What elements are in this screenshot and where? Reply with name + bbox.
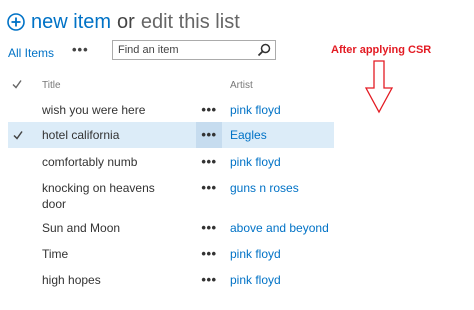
list-page: new item or edit this list All Items •••… [0, 0, 474, 310]
item-title[interactable]: high hopes [42, 272, 192, 288]
list-row[interactable]: Time ••• pink floyd [8, 241, 334, 267]
item-menu-button[interactable]: ••• [196, 245, 222, 263]
item-menu-button[interactable]: ••• [196, 122, 222, 148]
list-row[interactable]: knocking on heavens door ••• guns n rose… [8, 175, 334, 215]
item-artist-link[interactable]: pink floyd [230, 154, 281, 170]
search-input[interactable] [113, 41, 251, 59]
search-icon[interactable] [257, 43, 271, 57]
search-box [112, 40, 276, 60]
row-checkmark-icon[interactable] [12, 129, 24, 141]
item-artist-link[interactable]: Eagles [230, 127, 267, 143]
list-row[interactable]: comfortably numb ••• pink floyd [8, 149, 334, 175]
item-menu-button[interactable]: ••• [196, 271, 222, 289]
item-artist-link[interactable]: pink floyd [230, 246, 281, 262]
csr-annotation: After applying CSR [331, 44, 432, 56]
item-artist-link[interactable]: pink floyd [230, 102, 281, 118]
item-title[interactable]: Sun and Moon [42, 220, 192, 236]
list-row[interactable]: Sun and Moon ••• above and beyond [8, 215, 334, 241]
list-row[interactable]: wish you were here ••• pink floyd [8, 97, 334, 123]
item-menu-button[interactable]: ••• [196, 153, 222, 171]
select-all-checkmark-icon[interactable] [11, 78, 23, 90]
view-all-items[interactable]: All Items [8, 46, 54, 60]
item-menu-button[interactable]: ••• [196, 179, 222, 197]
column-header-artist[interactable]: Artist [230, 80, 253, 91]
down-arrow-icon [364, 60, 394, 114]
new-item-link[interactable]: new item [31, 11, 111, 34]
view-more-button[interactable]: ••• [72, 42, 89, 57]
edit-list-link[interactable]: edit this list [141, 11, 240, 34]
or-text: or [117, 10, 135, 33]
item-artist-link[interactable]: above and beyond [230, 220, 329, 236]
column-header-title[interactable]: Title [42, 80, 61, 91]
item-title[interactable]: comfortably numb [42, 154, 192, 170]
list-header: new item or edit this list [7, 10, 240, 34]
list-row[interactable]: high hopes ••• pink floyd [8, 267, 334, 293]
item-title[interactable]: knocking on heavens door [42, 180, 182, 212]
item-menu-button[interactable]: ••• [196, 219, 222, 237]
item-menu-button[interactable]: ••• [196, 101, 222, 119]
list-row-selected[interactable]: hotel california ••• Eagles [8, 122, 334, 148]
item-title[interactable]: Time [42, 246, 192, 262]
plus-circle-icon[interactable] [7, 13, 25, 31]
item-artist-link[interactable]: guns n roses [230, 180, 299, 196]
item-title[interactable]: wish you were here [42, 102, 192, 118]
item-title[interactable]: hotel california [42, 127, 192, 143]
item-artist-link[interactable]: pink floyd [230, 272, 281, 288]
